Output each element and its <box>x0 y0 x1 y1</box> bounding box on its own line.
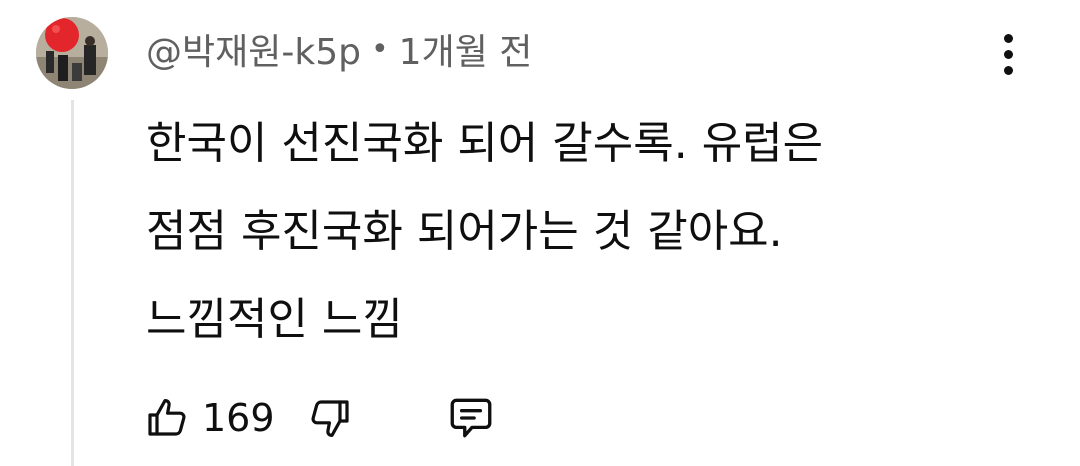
comment-time[interactable]: 1개월 전 <box>399 23 533 75</box>
more-options-button[interactable] <box>988 28 1028 80</box>
thumbs-down-icon <box>311 400 349 437</box>
like-button[interactable] <box>140 390 196 446</box>
thread-line <box>71 100 74 466</box>
comment-body: 한국이 선진국화 되어 갈수록. 유럽은 점점 후진국화 되어가는 것 같아요.… <box>146 100 1026 364</box>
like-count: 169 <box>202 396 275 440</box>
comment-line: 한국이 선진국화 되어 갈수록. 유럽은 <box>146 118 824 169</box>
more-vertical-icon-dot <box>1003 49 1013 59</box>
comment-item: @박재원-k5p • 1개월 전 한국이 선진국화 되어 갈수록. 유럽은 점점… <box>0 0 1080 466</box>
reply-button[interactable] <box>443 390 499 446</box>
comment-line: 느낌적인 느낌 <box>146 294 403 345</box>
author-name[interactable]: @박재원-k5p <box>146 23 361 75</box>
avatar-image <box>36 17 108 89</box>
comment-line: 점점 후진국화 되어가는 것 같아요. <box>146 206 783 257</box>
avatar[interactable] <box>36 17 108 89</box>
more-vertical-icon <box>1003 33 1013 43</box>
separator-dot: • <box>370 31 389 67</box>
comment-header: @박재원-k5p • 1개월 전 <box>146 24 532 74</box>
reply-comment-icon <box>450 398 491 438</box>
dislike-button[interactable] <box>301 390 357 446</box>
thumbs-up-icon <box>148 399 186 436</box>
comment-actions: 169 <box>140 390 499 446</box>
more-vertical-icon-dot <box>1003 65 1013 75</box>
